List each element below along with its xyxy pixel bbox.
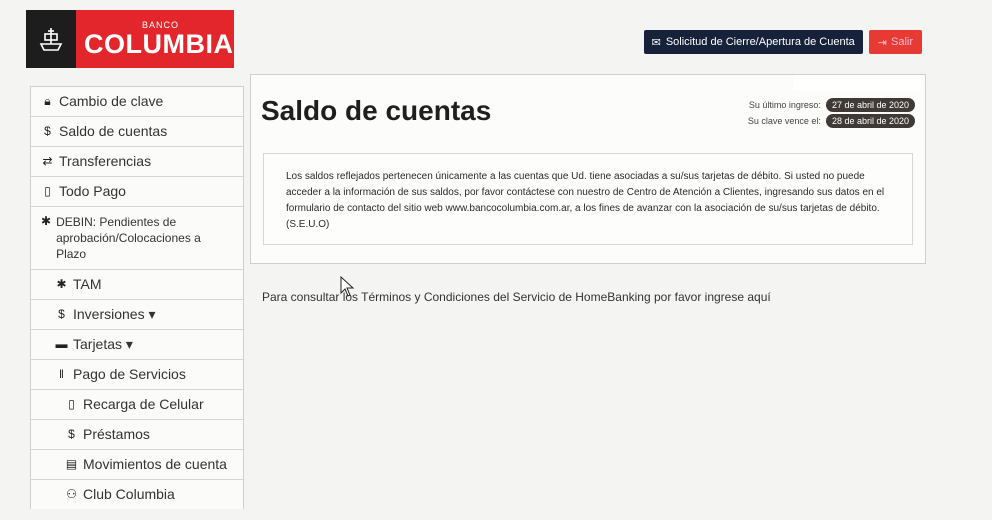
salir-label: Salir bbox=[890, 36, 913, 48]
sidebar-item-inversiones[interactable]: $ Inversiones ▾ bbox=[31, 299, 243, 329]
sidebar-item-label: DEBIN: Pendientes de aprobación/Colocaci… bbox=[56, 215, 201, 261]
session-meta: Su último ingreso: 27 de abril de 2020 S… bbox=[748, 97, 915, 129]
salir-button[interactable]: ⇥ Salir bbox=[868, 30, 922, 54]
sidebar-item-label: Todo Pago bbox=[59, 183, 126, 199]
mouse-cursor-icon bbox=[340, 276, 355, 297]
exit-icon: ⇥ bbox=[877, 36, 887, 49]
people-icon: ⚇ bbox=[66, 487, 77, 501]
terms-link-text[interactable]: Para consultar los Términos y Condicione… bbox=[262, 290, 771, 304]
transfer-icon: ⇄ bbox=[42, 154, 53, 168]
sidebar-item-label: Club Columbia bbox=[83, 486, 175, 502]
dollar-icon: $ bbox=[68, 427, 75, 441]
sidebar-item-recarga-celular[interactable]: ▯ Recarga de Celular bbox=[31, 389, 243, 419]
sidebar-item-label: Cambio de clave bbox=[59, 93, 164, 109]
sidebar-item-movimientos[interactable]: ▤ Movimientos de cuenta bbox=[31, 449, 243, 479]
sidebar-item-label: Movimientos de cuenta bbox=[83, 456, 227, 472]
star-icon: ✱ bbox=[41, 214, 52, 228]
solicitud-cierre-apertura-button[interactable]: ✉ Solicitud de Cierre/Apertura de Cuenta bbox=[643, 30, 863, 54]
sidebar-item-pago-servicios[interactable]: ‖ Pago de Servicios bbox=[31, 359, 243, 389]
ultimo-ingreso-label: Su último ingreso: bbox=[748, 100, 821, 110]
info-notice: Los saldos reflejados pertenecen únicame… bbox=[263, 153, 913, 245]
sidebar-item-cambio-clave[interactable]: 🔒︎ Cambio de clave bbox=[31, 86, 243, 116]
ultimo-ingreso-badge: 27 de abril de 2020 bbox=[825, 98, 915, 112]
lock-icon: 🔒︎ bbox=[44, 94, 51, 108]
sidebar-item-prestamos[interactable]: $ Préstamos bbox=[31, 419, 243, 449]
sidebar-item-label: Recarga de Celular bbox=[83, 396, 204, 412]
info-text: Los saldos reflejados pertenecen únicame… bbox=[286, 171, 885, 230]
sidebar-item-label: Transferencias bbox=[59, 153, 152, 169]
sidebar-item-todo-pago[interactable]: ▯ Todo Pago bbox=[31, 176, 243, 206]
sidebar-item-tarjetas[interactable]: ▬ Tarjetas ▾ bbox=[31, 329, 243, 359]
sidebar-item-debin[interactable]: ✱ DEBIN: Pendientes de aprobación/Coloca… bbox=[31, 206, 243, 269]
barcode-icon: ‖ bbox=[59, 367, 64, 381]
star-icon: ✱ bbox=[56, 277, 67, 291]
dollar-icon: $ bbox=[58, 307, 65, 321]
top-actions: ✉ Solicitud de Cierre/Apertura de Cuenta… bbox=[643, 30, 922, 54]
sidebar-item-label: Saldo de cuentas bbox=[59, 123, 168, 139]
bank-logo[interactable]: BANCO COLUMBIA bbox=[26, 10, 234, 68]
card-icon: ▬ bbox=[55, 337, 68, 351]
phone-icon: ▯ bbox=[68, 397, 75, 411]
page-title: Saldo de cuentas bbox=[261, 95, 492, 126]
sidebar-item-label: Pago de Servicios bbox=[73, 366, 186, 382]
sidebar-menu: 🔒︎ Cambio de clave $ Saldo de cuentas ⇄ … bbox=[30, 86, 244, 509]
sidebar-item-transferencias[interactable]: ⇄ Transferencias bbox=[31, 146, 243, 176]
sidebar-item-saldo-cuentas[interactable]: $ Saldo de cuentas bbox=[31, 116, 243, 146]
sidebar-item-label: Inversiones ▾ bbox=[73, 306, 156, 322]
sidebar-item-tam[interactable]: ✱ TAM bbox=[31, 269, 243, 299]
sidebar-item-label: TAM bbox=[73, 276, 102, 292]
dollar-icon: $ bbox=[44, 124, 51, 138]
ship-emblem-icon bbox=[26, 10, 76, 68]
clave-vence-label: Su clave vence el: bbox=[747, 116, 821, 126]
saldo-panel: Saldo de cuentas Su último ingreso: 27 d… bbox=[250, 74, 926, 264]
phone-icon: ▯ bbox=[44, 184, 51, 198]
logo-name-text: COLUMBIA bbox=[84, 29, 234, 59]
sidebar-item-label: Préstamos bbox=[83, 426, 150, 442]
list-icon: ▤ bbox=[65, 457, 78, 471]
envelope-icon: ✉ bbox=[651, 36, 661, 49]
sidebar-item-label: Tarjetas ▾ bbox=[73, 336, 133, 352]
clave-vence-badge: 28 de abril de 2020 bbox=[825, 114, 915, 128]
redacted-username bbox=[793, 75, 921, 91]
solicitud-label: Solicitud de Cierre/Apertura de Cuenta bbox=[665, 36, 855, 48]
sidebar-item-club-columbia[interactable]: ⚇ Club Columbia bbox=[31, 479, 243, 509]
